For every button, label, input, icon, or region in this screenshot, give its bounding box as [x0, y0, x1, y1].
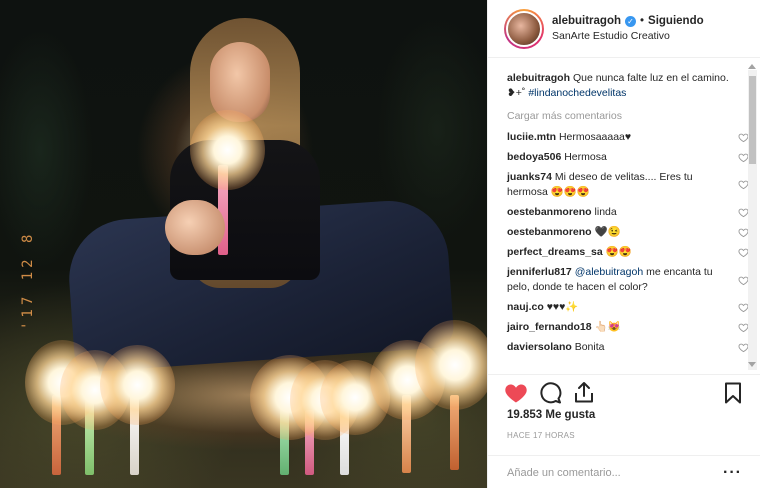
post-timestamp[interactable]: HACE 17 HORAS	[507, 431, 575, 440]
add-comment-bar: ···	[488, 455, 760, 488]
like-heart-icon[interactable]	[504, 381, 528, 405]
scrollbar-thumb[interactable]	[749, 76, 756, 164]
story-ring[interactable]	[504, 8, 544, 49]
list-item: oestebanmoreno linda	[507, 205, 749, 220]
comment-username[interactable]: luciie.mtn	[507, 131, 556, 143]
comment-username[interactable]: jenniferlu817	[507, 266, 572, 278]
add-comment-input[interactable]	[507, 466, 724, 479]
caption-username[interactable]: alebuitragoh	[507, 72, 570, 84]
comment-username[interactable]: perfect_dreams_sa	[507, 246, 603, 258]
likes-count[interactable]: 19.853 Me gusta	[507, 409, 595, 421]
post-side-panel: alebuitragoh ✓ • Siguiendo SanArte Estud…	[487, 0, 760, 488]
photo-date-stamp: '17 12 8	[20, 230, 36, 330]
comments-list[interactable]: alebuitragoh Que nunca falte luz en el c…	[488, 59, 760, 372]
comment-mention[interactable]: @alebuitragoh	[575, 266, 643, 278]
share-icon[interactable]	[572, 381, 596, 405]
load-more-comments-button[interactable]: Cargar más comentarios	[507, 109, 731, 123]
verified-badge-icon: ✓	[625, 15, 637, 27]
list-item: daviersolano Bonita	[507, 340, 749, 355]
comment-text: ♥♥♥✨	[546, 301, 579, 313]
comment-text: Bonita	[574, 341, 605, 353]
caption-hashtag[interactable]: #lindanochedevelitas	[528, 87, 626, 99]
comment-text: 😍😍	[605, 246, 632, 258]
action-icons	[504, 381, 745, 411]
candle-flame	[100, 345, 175, 425]
comment-text: Hermosa	[564, 151, 607, 163]
following-button[interactable]: Siguiendo	[648, 14, 704, 29]
scroll-down-arrow-icon[interactable]	[748, 362, 756, 367]
list-item: perfect_dreams_sa 😍😍	[507, 245, 749, 260]
location-link[interactable]: SanArte Estudio Creativo	[552, 29, 704, 44]
caption: alebuitragoh Que nunca falte luz en el c…	[507, 71, 731, 101]
list-item: juanks74 Mi deseo de velitas.... Eres tu…	[507, 170, 749, 200]
list-item: luciie.mtn Hermosaaaaa♥	[507, 130, 749, 145]
held-candle-flame	[190, 110, 265, 190]
post-photo[interactable]: '17 12 8	[0, 0, 487, 488]
post-actions: 19.853 Me gusta HACE 17 HORAS ···	[488, 374, 760, 488]
avatar[interactable]	[506, 10, 542, 47]
comment-username[interactable]: oestebanmoreno	[507, 206, 592, 218]
candle-flame	[415, 320, 487, 410]
separator-dot: •	[640, 14, 645, 27]
comment-username[interactable]: nauj.co	[507, 301, 544, 313]
header-text: alebuitragoh ✓ • Siguiendo SanArte Estud…	[552, 14, 704, 44]
comment-username[interactable]: bedoya506	[507, 151, 561, 163]
comment-text: 🖤😉	[594, 226, 621, 238]
comment-text: Hermosaaaaa♥	[558, 131, 632, 143]
comment-username[interactable]: jairo_fernando18	[507, 321, 592, 333]
post-header: alebuitragoh ✓ • Siguiendo SanArte Estud…	[488, 0, 760, 58]
photo-subject-hand	[165, 200, 225, 255]
save-bookmark-icon[interactable]	[721, 381, 745, 405]
comment-username[interactable]: daviersolano	[507, 341, 572, 353]
comment-username[interactable]: oestebanmoreno	[507, 226, 592, 238]
comment-username[interactable]: juanks74	[507, 171, 552, 183]
comments-scrollbar[interactable]	[748, 70, 757, 370]
list-item: oestebanmoreno 🖤😉	[507, 225, 749, 240]
comment-text: linda	[594, 206, 617, 218]
more-options-icon[interactable]: ···	[723, 464, 742, 482]
list-item: jairo_fernando18 👆🏻😻	[507, 320, 749, 335]
username-link[interactable]: alebuitragoh	[552, 14, 621, 29]
list-item: nauj.co ♥♥♥✨	[507, 300, 749, 315]
comment-bubble-icon[interactable]	[538, 381, 562, 405]
list-item: bedoya506 Hermosa	[507, 150, 749, 165]
comment-text: 👆🏻😻	[594, 321, 621, 333]
list-item: jenniferlu817 @alebuitragoh me encanta t…	[507, 265, 749, 295]
scroll-up-arrow-icon[interactable]	[748, 64, 756, 69]
